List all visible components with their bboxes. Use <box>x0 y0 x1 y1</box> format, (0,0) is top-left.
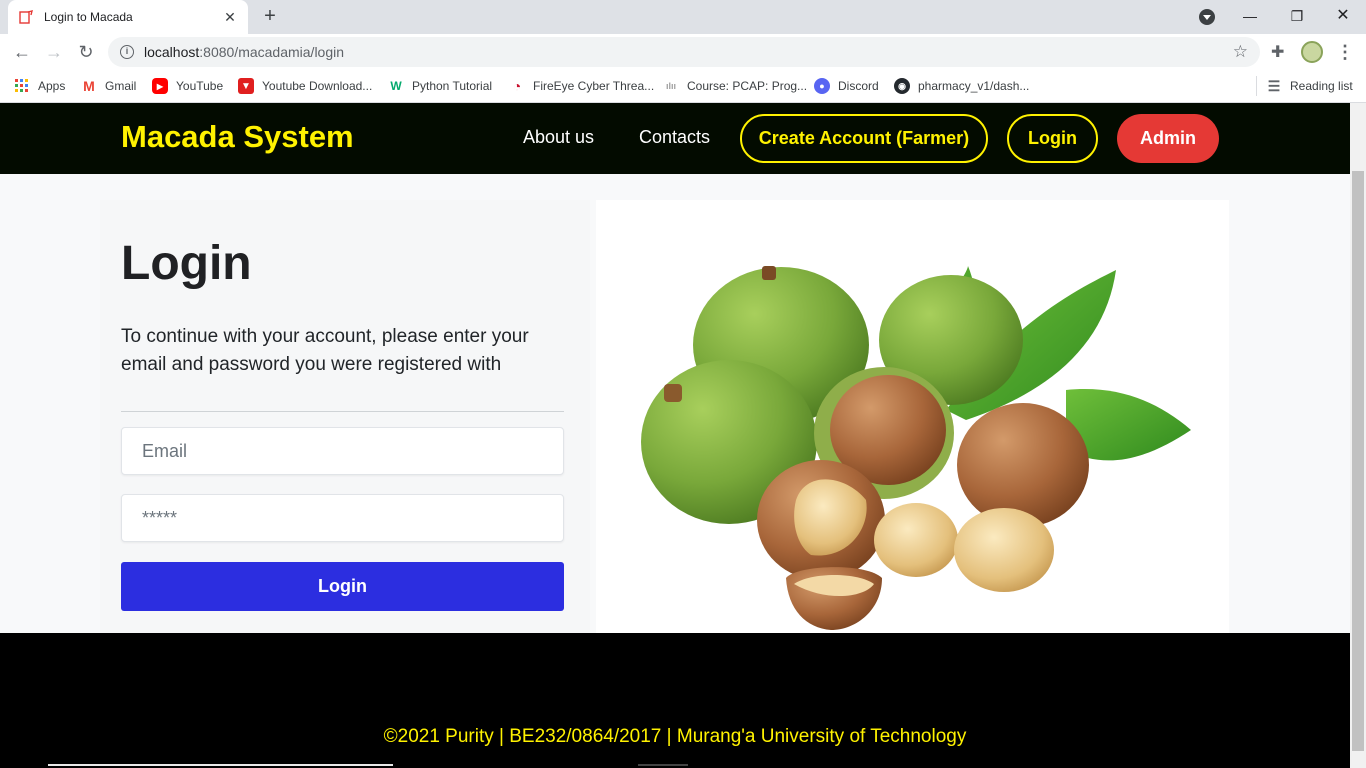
restore-icon[interactable]: ❐ <box>1285 4 1309 28</box>
login-submit-button[interactable]: Login <box>121 562 564 611</box>
bookmarks-separator <box>1256 76 1257 96</box>
macadamia-nuts-image <box>596 200 1229 633</box>
url-host: localhost <box>144 44 200 60</box>
reading-list-icon: ☰ <box>1267 77 1281 94</box>
reading-list-label: Reading list <box>1290 79 1353 93</box>
bookmark-gmail[interactable]: M Gmail <box>81 76 136 96</box>
bookmark-fireeye[interactable]: ◔ FireEye Cyber Threa... <box>509 76 654 96</box>
bookmark-youtube-downloader[interactable]: ▼ Youtube Download... <box>238 76 372 96</box>
window-close-icon[interactable]: ✕ <box>1331 4 1355 28</box>
footer-copyright: ©2021 Purity | BE232/0864/2017 | Murang'… <box>383 726 967 747</box>
browser-toolbar: ← → ↻ i localhost:8080/macadamia/login ☆… <box>0 34 1366 70</box>
brand-logo-text[interactable]: Macada System <box>121 119 354 155</box>
back-icon[interactable]: ← <box>10 40 34 64</box>
bookmark-label: Apps <box>38 79 66 93</box>
page-scrollbar[interactable] <box>1350 103 1366 768</box>
password-field[interactable] <box>121 494 564 542</box>
gmail-icon: M <box>83 78 95 94</box>
bookmark-apps[interactable]: Apps <box>14 76 65 96</box>
browser-menu-icon[interactable]: ⋮ <box>1336 40 1354 64</box>
browser-tab[interactable]: Login to Macada ✕ <box>8 0 248 34</box>
bookmark-star-icon[interactable]: ☆ <box>1233 42 1248 62</box>
youtube-icon: ▶ <box>152 78 168 94</box>
w3schools-icon: W <box>390 79 402 93</box>
site-info-icon[interactable]: i <box>120 45 134 59</box>
nav-contacts-link[interactable]: Contacts <box>639 127 710 148</box>
form-divider <box>121 411 564 412</box>
reload-icon[interactable]: ↻ <box>74 40 98 64</box>
login-heading: Login <box>121 237 252 290</box>
reading-list[interactable]: ☰ Reading list <box>1266 76 1353 96</box>
download-icon: ▼ <box>238 78 254 94</box>
tab-close-icon[interactable]: ✕ <box>222 9 238 26</box>
bookmark-label: Gmail <box>105 79 137 93</box>
minimize-icon[interactable]: — <box>1238 4 1262 28</box>
page-viewport: Macada System About us Contacts Create A… <box>0 103 1350 768</box>
bookmark-discord[interactable]: ● Discord <box>814 76 879 96</box>
browser-tabstrip: Login to Macada ✕ + — ❐ ✕ <box>0 0 1366 34</box>
bookmark-label: Discord <box>838 79 879 93</box>
bookmarks-bar: Apps M Gmail ▶ YouTube ▼ Youtube Downloa… <box>0 70 1366 103</box>
extensions-puzzle-icon[interactable]: ✚ <box>1271 42 1284 62</box>
horizontal-scroll-track <box>638 764 688 766</box>
site-header: Macada System About us Contacts Create A… <box>0 103 1350 174</box>
bookmark-label: Python Tutorial <box>412 79 493 93</box>
github-icon: ◉ <box>894 78 910 94</box>
scrollbar-thumb[interactable] <box>1352 171 1364 751</box>
site-footer: ©2021 Purity | BE232/0864/2017 | Murang'… <box>0 633 1350 768</box>
apps-grid-icon <box>14 78 30 94</box>
profile-avatar[interactable] <box>1301 41 1323 63</box>
tab-search-icon[interactable] <box>1199 9 1215 25</box>
bookmark-label: Youtube Download... <box>262 79 373 93</box>
bookmark-pcap-course[interactable]: ılıı Course: PCAP: Prog... <box>663 76 807 96</box>
login-description: To continue with your account, please en… <box>121 326 529 375</box>
bookmark-label: Course: PCAP: Prog... <box>687 79 808 93</box>
email-field[interactable] <box>121 427 564 475</box>
bookmark-label: YouTube <box>176 79 224 93</box>
forward-icon[interactable]: → <box>42 40 66 64</box>
bookmark-label: pharmacy_v1/dash... <box>918 79 1030 93</box>
nav-login-button[interactable]: Login <box>1007 114 1098 163</box>
discord-icon: ● <box>814 78 830 94</box>
bookmark-python-tutorial[interactable]: W Python Tutorial <box>388 76 492 96</box>
tab-title: Login to Macada <box>44 10 133 24</box>
address-bar[interactable]: i localhost:8080/macadamia/login ☆ <box>108 37 1260 67</box>
bookmark-youtube[interactable]: ▶ YouTube <box>152 76 223 96</box>
cisco-icon: ılıı <box>665 81 676 91</box>
bookmark-label: FireEye Cyber Threa... <box>533 79 655 93</box>
new-tab-icon[interactable]: + <box>258 5 282 29</box>
url-path: :8080/macadamia/login <box>199 44 345 60</box>
horizontal-scroll-indicator <box>48 764 393 766</box>
admin-button[interactable]: Admin <box>1117 114 1219 163</box>
fireeye-icon: ◔ <box>512 78 522 94</box>
nav-about-link[interactable]: About us <box>523 127 594 148</box>
create-account-button[interactable]: Create Account (Farmer) <box>740 114 988 163</box>
bookmark-github-pharmacy[interactable]: ◉ pharmacy_v1/dash... <box>894 76 1029 96</box>
page-favicon-icon <box>18 9 34 25</box>
